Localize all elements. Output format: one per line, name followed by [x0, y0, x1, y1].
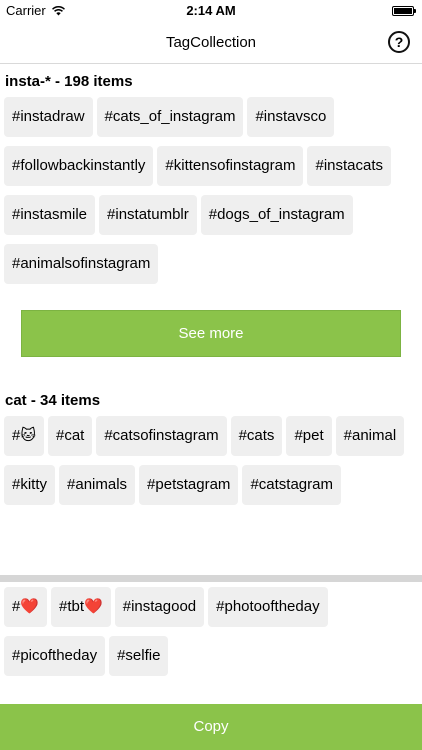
tag-chip[interactable]: #cats_of_instagram: [96, 97, 244, 137]
section-title: insta-* - 198 items: [5, 73, 133, 90]
section-cat: cat - 34 items #🐱 #cat #catsofinstagram …: [0, 392, 422, 514]
tag-chip[interactable]: #petstagram: [139, 465, 239, 505]
tag-chip[interactable]: #instatumblr: [99, 195, 197, 235]
section-divider: [0, 575, 422, 582]
status-time: 2:14 AM: [186, 3, 236, 18]
tag-chip[interactable]: #instacats: [307, 146, 392, 186]
tag-chip[interactable]: #followbackinstantly: [4, 146, 154, 186]
selected-tag-list: #❤️ #tbt❤️ #instagood #photooftheday #pi…: [0, 587, 422, 685]
tag-chip[interactable]: #dogs_of_instagram: [200, 195, 353, 235]
tag-chip[interactable]: #instasmile: [4, 195, 96, 235]
tag-chip[interactable]: #pet: [286, 416, 332, 456]
section-title: cat - 34 items: [5, 392, 101, 409]
tag-list: #🐱 #cat #catsofinstagram #cats #pet #ani…: [0, 416, 422, 514]
selected-tag-chip[interactable]: #❤️: [4, 587, 48, 627]
tag-chip[interactable]: #kittensofinstagram: [157, 146, 304, 186]
tag-chip[interactable]: #cats: [230, 416, 283, 456]
tag-chip[interactable]: #🐱: [4, 416, 44, 456]
tag-list: #instadraw #cats_of_instagram #instavsco…: [0, 97, 422, 293]
see-more-button[interactable]: See more: [21, 310, 401, 357]
status-bar: Carrier 2:14 AM: [0, 0, 422, 22]
tag-chip[interactable]: #animals: [59, 465, 136, 505]
tag-chip[interactable]: #kitty: [4, 465, 56, 505]
tag-chip[interactable]: #instadraw: [4, 97, 93, 137]
selected-tag-chip[interactable]: #photooftheday: [208, 587, 328, 627]
tag-chip[interactable]: #catsofinstagram: [96, 416, 227, 456]
tag-chip[interactable]: #animalsofinstagram: [4, 244, 159, 284]
battery-icon: [392, 6, 416, 16]
selected-tag-chip[interactable]: #picoftheday: [4, 636, 106, 676]
selected-tag-chip[interactable]: #instagood: [114, 587, 205, 627]
tag-chip[interactable]: #animal: [335, 416, 405, 456]
tag-chip[interactable]: #cat: [47, 416, 93, 456]
help-icon[interactable]: ?: [388, 31, 410, 53]
nav-title: TagCollection: [165, 34, 257, 51]
selected-tag-chip[interactable]: #tbt❤️: [51, 587, 111, 627]
selected-tag-chip[interactable]: #selfie: [109, 636, 169, 676]
battery-fill: [394, 8, 412, 14]
tag-chip[interactable]: #catstagram: [242, 465, 341, 505]
tag-chip[interactable]: #instavsco: [247, 97, 335, 137]
copy-button[interactable]: Copy: [0, 704, 422, 750]
navigation-bar: TagCollection ?: [0, 22, 422, 64]
section-insta: insta-* - 198 items #instadraw #cats_of_…: [0, 73, 422, 293]
selected-tags-section: #❤️ #tbt❤️ #instagood #photooftheday #pi…: [0, 587, 422, 685]
